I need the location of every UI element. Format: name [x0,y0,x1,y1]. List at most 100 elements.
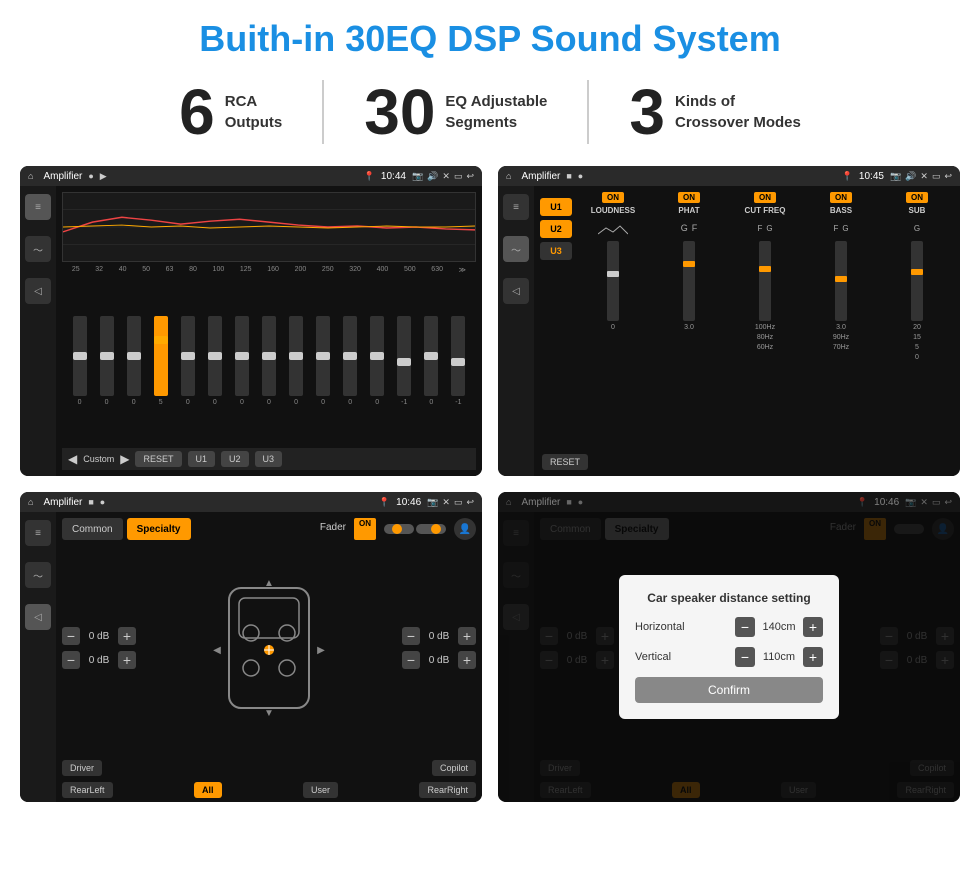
crossover-sidebar-vol[interactable]: ◁ [503,278,529,304]
rearleft-btn[interactable]: RearLeft [62,782,113,798]
specialty-tab[interactable]: Specialty [127,518,191,540]
fader-sidebar-eq[interactable]: ≡ [25,520,51,546]
u3-preset-btn[interactable]: U3 [540,242,572,260]
stat-text-crossover: Kinds ofCrossover Modes [675,91,801,133]
loudness-slider[interactable] [607,241,619,321]
vertical-minus-btn[interactable]: − [735,647,755,667]
fader-status-bar: ⌂ Amplifier ■ ● 📍 10:46 📷✕▭↩ [20,492,482,512]
eq-slider-2[interactable]: 0 [100,316,114,406]
svg-text:▶: ▶ [317,645,325,656]
eq-time: 10:44 [381,171,406,182]
loudness-curve [598,218,628,238]
fader-bottom-buttons-2: RearLeft All User RearRight [56,780,482,802]
fader-location-icon: 📍 [379,497,390,508]
eq-u3-btn[interactable]: U3 [255,451,283,467]
eq-slider-5[interactable]: 0 [181,316,195,406]
eq-slider-8[interactable]: 0 [262,316,276,406]
stats-row: 6 RCAOutputs 30 EQ AdjustableSegments 3 … [0,70,980,158]
cutfreq-slider[interactable] [759,241,771,321]
vertical-value: 110cm [759,651,799,663]
crossover-dot2: ● [578,171,583,181]
sub-slider[interactable] [911,241,923,321]
eq-u1-btn[interactable]: U1 [188,451,216,467]
cutfreq-val: 100Hz [755,324,775,331]
u1-preset-btn[interactable]: U1 [540,198,572,216]
eq-reset-btn[interactable]: RESET [135,451,181,467]
vol-plus-4[interactable]: + [458,651,476,669]
bass-val: 3.0 [836,324,846,331]
stat-number-6: 6 [179,80,215,144]
svg-text:▲: ▲ [264,578,274,589]
eq-slider-14[interactable]: 0 [424,316,438,406]
fader-body: − 0 dB + − 0 dB + [56,540,482,756]
crossover-content: ≡ 〜 ◁ U1 U2 U3 ON LOUDNESS [498,186,960,476]
common-tab[interactable]: Common [62,518,123,540]
on-phat: ON [678,192,700,203]
eq-sidebar-icon-vol[interactable]: ◁ [25,278,51,304]
stat-crossover: 3 Kinds ofCrossover Modes [589,80,840,144]
stat-text-eq: EQ AdjustableSegments [445,91,547,133]
vol-plus-3[interactable]: + [458,627,476,645]
settings-icon[interactable]: 👤 [454,518,476,540]
crossover-reset-btn[interactable]: RESET [542,454,588,470]
eq-status-bar: ⌂ Amplifier ● ▶ 📍 10:44 📷🔊✕▭↩ [20,166,482,186]
vol-minus-2[interactable]: − [62,651,80,669]
vol-minus-1[interactable]: − [62,627,80,645]
eq-next-btn[interactable]: ▶ [120,452,129,466]
vol-row-2: − 0 dB + [62,651,136,669]
rearright-btn[interactable]: RearRight [419,782,476,798]
vol-plus-2[interactable]: + [118,651,136,669]
crossover-sidebar-eq[interactable]: ≡ [503,194,529,220]
fader-sidebar-wave[interactable]: 〜 [25,562,51,588]
fader-home-icon[interactable]: ⌂ [28,497,33,507]
copilot-btn[interactable]: Copilot [432,760,476,776]
horizontal-minus-btn[interactable]: − [735,617,755,637]
vol-minus-3[interactable]: − [402,627,420,645]
vol-minus-4[interactable]: − [402,651,420,669]
eq-main-panel: 2532405063 80100125160200 25032040050063… [56,186,482,476]
eq-slider-9[interactable]: 0 [289,316,303,406]
left-vol-controls: − 0 dB + − 0 dB + [62,544,136,752]
bass-val2: 90Hz [833,334,849,341]
eq-slider-11[interactable]: 0 [343,316,357,406]
ctrl-cutfreq: ON CUT FREQ F G 100Hz 80Hz 60Hz [728,192,802,470]
crossover-sidebar-wave[interactable]: 〜 [503,236,529,262]
eq-slider-3[interactable]: 0 [127,316,141,406]
eq-sidebar-icon-eq[interactable]: ≡ [25,194,51,220]
fader-left-sidebar: ≡ 〜 ◁ [20,512,56,802]
eq-title: Amplifier [43,171,82,182]
eq-sidebar-icon-wave[interactable]: 〜 [25,236,51,262]
driver-btn[interactable]: Driver [62,760,102,776]
u2-preset-btn[interactable]: U2 [540,220,572,238]
vol-plus-1[interactable]: + [118,627,136,645]
horizontal-plus-btn[interactable]: + [803,617,823,637]
eq-slider-13[interactable]: -1 [397,316,411,406]
distance-screen-card: ⌂ Amplifier ■ ● 📍 10:46 📷✕▭↩ ≡ 〜 ◁ Commo… [498,492,960,802]
vertical-plus-btn[interactable]: + [803,647,823,667]
eq-slider-7[interactable]: 0 [235,316,249,406]
vol-row-4: − 0 dB + [402,651,476,669]
vol-val-4: 0 dB [424,655,454,666]
eq-slider-4[interactable]: 5 [154,316,168,406]
eq-slider-1[interactable]: 0 [73,316,87,406]
phat-val: 3.0 [684,324,694,331]
user-btn[interactable]: User [303,782,338,798]
crossover-home-icon[interactable]: ⌂ [506,171,511,181]
vertical-control: − 110cm + [735,647,823,667]
horizontal-value: 140cm [759,621,799,633]
crossover-dot1: ■ [566,171,571,181]
eq-slider-15[interactable]: -1 [451,316,465,406]
fader-sidebar-vol[interactable]: ◁ [25,604,51,630]
eq-slider-10[interactable]: 0 [316,316,330,406]
eq-u2-btn[interactable]: U2 [221,451,249,467]
phat-slider[interactable] [683,241,695,321]
cutfreq-val2: 80Hz [757,334,773,341]
eq-prev-btn[interactable]: ◀ [68,452,77,466]
eq-slider-12[interactable]: 0 [370,316,384,406]
eq-sliders-container: 0 0 0 5 0 [62,278,476,444]
home-icon[interactable]: ⌂ [28,171,33,181]
confirm-btn[interactable]: Confirm [635,677,823,703]
bass-slider[interactable] [835,241,847,321]
eq-slider-6[interactable]: 0 [208,316,222,406]
all-btn[interactable]: All [194,782,222,798]
